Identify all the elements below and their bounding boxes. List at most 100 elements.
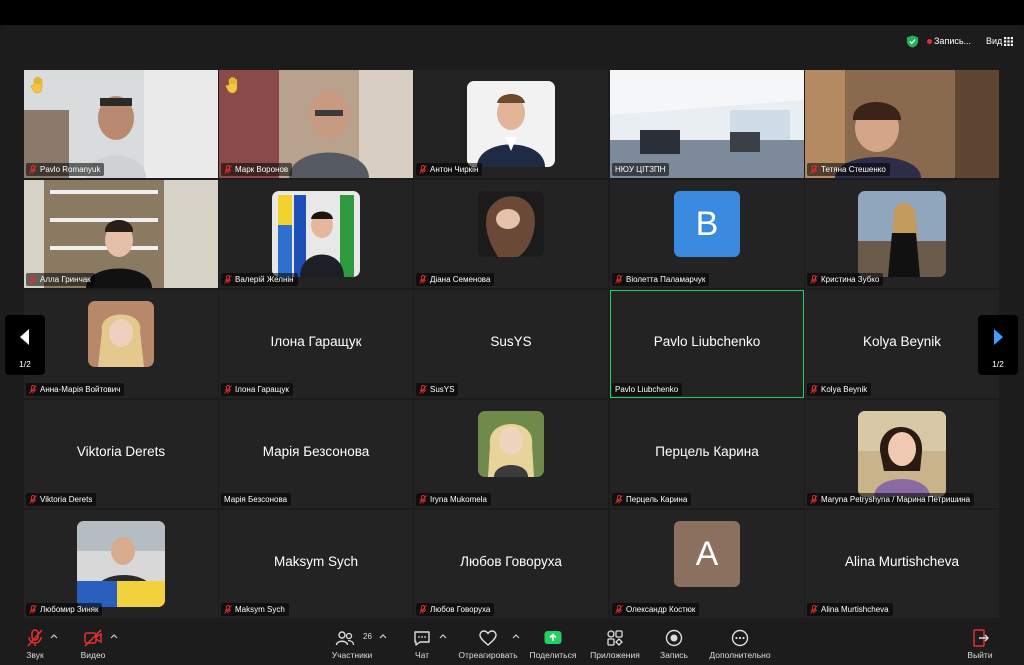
participant-name-label: Анна-Марія Войтович [26, 383, 125, 396]
video-tile[interactable]: Pavlo Romanyuk [24, 70, 218, 178]
recording-status[interactable]: Запись... [934, 36, 971, 46]
participant-display-name: Ілона Гаращук [270, 334, 362, 349]
video-tile[interactable]: Любомир Зиняк [24, 510, 218, 618]
heart-icon [479, 630, 497, 646]
participant-name: Кристина Зубко [821, 275, 880, 284]
chevron-up-icon[interactable] [50, 633, 58, 639]
active-speaker-tile[interactable]: Pavlo Liubchenko Pavlo Liubchenko [610, 290, 804, 398]
video-tile[interactable]: A Олександр Костюк [610, 510, 804, 618]
video-tile[interactable]: Maryna Petryshyna / Марина Петришина [805, 400, 999, 508]
participant-name: Перцель Карина [626, 495, 688, 504]
muted-mic-icon [810, 165, 818, 174]
participant-name-label: Ілона Гаращук [221, 383, 293, 396]
video-tile[interactable]: Iryna Mukomela [414, 400, 608, 508]
video-tile[interactable]: В Віолетта Паламарчук [610, 180, 804, 288]
video-tile[interactable]: Антон Чиркін [414, 70, 608, 178]
participant-name-label: Тетяна Стешенко [807, 163, 890, 176]
chevron-up-icon[interactable] [110, 633, 118, 639]
video-tile[interactable]: Діана Семенова [414, 180, 608, 288]
participant-photo [77, 521, 165, 607]
participant-display-name: Марія Безсонова [262, 444, 370, 459]
muted-mic-icon [29, 385, 37, 394]
participant-name: Анна-Марія Войтович [40, 385, 121, 394]
more-button[interactable]: Дополнительно [705, 623, 775, 665]
video-tile[interactable]: Kolya Beynik Kolya Beynik [805, 290, 999, 398]
participant-display-name: Kolya Beynik [862, 334, 942, 349]
participant-name-label: SusYS [416, 383, 459, 396]
video-off-icon [84, 629, 102, 647]
video-button[interactable]: Видео [58, 623, 128, 665]
raised-hand-icon [225, 76, 238, 94]
participant-name-label: Олександр Костюк [612, 603, 700, 616]
participant-name-label: Maryna Petryshyna / Марина Петришина [807, 493, 975, 506]
participant-name-label: Iryna Mukomela [416, 493, 491, 506]
participants-count: 26 [363, 632, 372, 641]
participant-display-name: Alina Murtishcheva [844, 554, 960, 569]
record-icon [665, 629, 683, 647]
participant-avatar: В [674, 191, 740, 257]
meeting-toolbar: Звук Видео 26 Участники Чат Отреагироват… [0, 623, 1024, 665]
participant-name-label: Віолетта Паламарчук [612, 273, 710, 286]
participant-name: Антон Чиркін [430, 165, 479, 174]
muted-mic-icon [615, 275, 623, 284]
video-tile[interactable]: SusYS SusYS [414, 290, 608, 398]
muted-mic-icon [810, 605, 818, 614]
participant-name: Maksym Sych [235, 605, 285, 614]
video-tile[interactable]: Валерій Желнін [219, 180, 413, 288]
participant-name: Pavlo Liubchenko [615, 385, 679, 394]
muted-mic-icon [615, 495, 623, 504]
participant-display-name: SusYS [490, 334, 532, 349]
video-tile[interactable]: Ілона Гаращук Ілона Гаращук [219, 290, 413, 398]
video-tile[interactable]: Maksym Sych Maksym Sych [219, 510, 413, 618]
participant-name-label: Марк Воронов [221, 163, 293, 176]
participant-video [24, 70, 218, 178]
muted-mic-icon [224, 385, 232, 394]
video-tile[interactable]: Viktoria Derets Viktoria Derets [24, 400, 218, 508]
leave-label: Выйти [967, 650, 993, 660]
participant-name-label: Кристина Зубко [807, 273, 884, 286]
grid-view-icon[interactable] [1004, 37, 1013, 46]
view-button[interactable]: Вид [986, 36, 1002, 46]
video-tile[interactable]: Марк Воронов [219, 70, 413, 178]
video-tile[interactable]: НЮУ ЦІТЗПН [610, 70, 804, 178]
video-tile[interactable]: Анна-Марія Войтович [24, 290, 218, 398]
muted-mic-icon [810, 275, 818, 284]
page-indicator: 1/2 [19, 359, 31, 369]
video-tile[interactable]: Перцель Карина Перцель Карина [610, 400, 804, 508]
video-tile[interactable]: Alina Murtishcheva Alina Murtishcheva [805, 510, 999, 618]
participant-photo [478, 411, 544, 477]
more-label: Дополнительно [709, 650, 771, 660]
arrow-right-icon [994, 329, 1003, 345]
previous-page-button[interactable]: 1/2 [5, 315, 45, 375]
video-tile[interactable]: Кристина Зубко [805, 180, 999, 288]
muted-mic-icon [27, 629, 43, 647]
participant-display-name: Перцель Карина [655, 444, 759, 459]
participant-name-label: НЮУ ЦІТЗПН [612, 163, 670, 176]
system-top-bar [0, 0, 1024, 25]
chevron-up-icon[interactable] [439, 633, 447, 639]
participant-video [24, 180, 218, 288]
participant-name-label: Kolya Beynik [807, 383, 872, 396]
next-page-button[interactable]: 1/2 [978, 315, 1018, 375]
chevron-up-icon[interactable] [379, 633, 387, 639]
participant-name: Ілона Гаращук [235, 385, 289, 394]
leave-button[interactable]: Выйти [950, 623, 1010, 665]
muted-mic-icon [29, 495, 37, 504]
muted-mic-icon [224, 605, 232, 614]
participant-name-label: Валерій Желнін [221, 273, 298, 286]
video-tile[interactable]: Марія Безсонова Марія Безсонова [219, 400, 413, 508]
participant-name-label: Алла Гринчак [26, 273, 95, 286]
video-tile[interactable]: Тетяна Стешенко [805, 70, 999, 178]
recording-dot-icon [927, 39, 932, 44]
encryption-shield-icon[interactable] [906, 35, 919, 48]
participant-name-label: Pavlo Romanyuk [26, 163, 105, 176]
participant-name-label: Любомир Зиняк [26, 603, 103, 616]
video-tile[interactable]: Любов Говоруха Любов Говоруха [414, 510, 608, 618]
participant-name: Марк Воронов [235, 165, 289, 174]
participant-name: Kolya Beynik [821, 385, 868, 394]
video-tile[interactable]: Алла Гринчак [24, 180, 218, 288]
muted-mic-icon [419, 495, 427, 504]
participant-photo [88, 301, 154, 367]
participant-name-label: Перцель Карина [612, 493, 692, 506]
participant-name: Діана Семенова [430, 275, 491, 284]
